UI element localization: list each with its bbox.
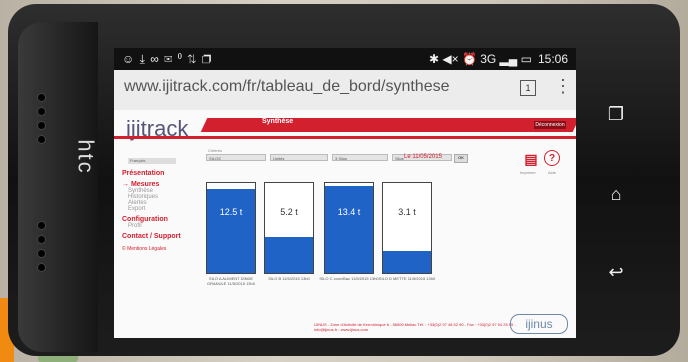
- browser-menu-icon[interactable]: ⋮: [554, 76, 572, 97]
- silo-fill-level: [325, 185, 373, 273]
- sidebar-item-contact[interactable]: Contact / Support: [122, 233, 202, 240]
- page-title: Synthèse: [262, 118, 294, 125]
- footer-address: IJINUS - Zone d'Activité de Kerrohinique…: [314, 322, 516, 332]
- phone-speaker-side: [18, 22, 98, 352]
- sidebar: Présentation → Mesures Synthèse Historiq…: [122, 166, 202, 252]
- speaker-hole: [38, 136, 45, 143]
- filter-select-count[interactable]: 3 Silos: [332, 154, 388, 161]
- back-icon[interactable]: ↩: [604, 260, 628, 284]
- silo-fill-level: [265, 237, 313, 273]
- silo-gauge[interactable]: 12.5 t: [206, 182, 256, 274]
- notification-icons: ☺ ⤓ ∞ ✉ ⁰ ⇅ ❐: [122, 51, 213, 66]
- silo-gauge[interactable]: 13.4 t: [324, 182, 374, 274]
- silo-gauge[interactable]: 3.1 t: [382, 182, 432, 274]
- silo-fill-level: [207, 189, 255, 273]
- header-divider: [114, 136, 576, 139]
- logout-button[interactable]: Déconnexion: [534, 121, 566, 129]
- header-band: [200, 118, 576, 132]
- help-caption: Aide: [548, 170, 557, 175]
- signal-icons: ✱ ◀× ⏰ 3G ▂▄ ▭: [428, 52, 532, 66]
- print-icon[interactable]: ▤: [522, 150, 540, 168]
- speaker-hole: [38, 236, 45, 243]
- phone-screen: ☺ ⤓ ∞ ✉ ⁰ ⇅ ❐ ✱ ◀× ⏰ 3G ▂▄ ▭ 15:06 www.i…: [114, 48, 576, 338]
- sidebar-item-configuration[interactable]: Configuration: [122, 216, 202, 223]
- web-page: ijitrack Synthèse Déconnexion Français P…: [114, 110, 576, 338]
- language-select[interactable]: Français: [128, 158, 176, 164]
- ok-button[interactable]: OK: [454, 154, 468, 163]
- filter-select-silos[interactable]: SILOS: [206, 154, 266, 161]
- clock: 15:06: [537, 52, 568, 66]
- help-icon[interactable]: ?: [544, 150, 560, 166]
- browser-toolbar: www.ijitrack.com/fr/tableau_de_bord/synt…: [114, 70, 576, 111]
- speaker-hole: [38, 94, 45, 101]
- speaker-hole: [38, 264, 45, 271]
- speaker-hole: [38, 108, 45, 115]
- filter-select-unit[interactable]: Unités: [270, 154, 328, 161]
- phone-body: htc ❐ ⌂ ↩ ☺ ⤓ ∞ ✉ ⁰ ⇅ ❐ ✱ ◀× ⏰ 3G ▂▄ ▭ 1…: [8, 4, 680, 356]
- home-icon[interactable]: ⌂: [604, 182, 628, 206]
- speaker-hole: [38, 250, 45, 257]
- silo-caption: SILO C conv/Baz 11/5/2015 13h0: [319, 276, 379, 281]
- system-icons: ✱ ◀× ⏰ 3G ▂▄ ▭ 15:06: [429, 52, 568, 66]
- silo-fill-level: [383, 251, 431, 273]
- silo-caption: SILO D METTE 11/5/2015 13h0: [378, 276, 436, 281]
- htc-logo: htc: [73, 139, 99, 175]
- date-field[interactable]: Le 11/05/2015: [404, 154, 442, 160]
- silo-value: 13.4 t: [337, 207, 361, 217]
- tab-switcher-button[interactable]: 1: [520, 80, 536, 96]
- recent-apps-icon[interactable]: ❐: [604, 102, 628, 126]
- sidebar-item-presentation[interactable]: Présentation: [122, 170, 202, 177]
- android-nav-bar: ❐ ⌂ ↩: [572, 46, 676, 336]
- print-caption: Imprimer: [520, 170, 536, 175]
- filter-label: Critères: [208, 148, 223, 153]
- silo-caption: SILO B 11/5/2015 13h0: [268, 276, 310, 281]
- speaker-hole: [38, 122, 45, 129]
- ijinus-logo: ijinus: [510, 314, 568, 334]
- url-field[interactable]: www.ijitrack.com/fr/tableau_de_bord/synt…: [124, 78, 450, 96]
- silo-caption: SILO A ALIMENT DINDE GRANULE 11/5/2015 1…: [207, 276, 255, 286]
- legal-link[interactable]: © Mentions Légales: [122, 246, 202, 252]
- sidebar-subitem-export[interactable]: Export: [128, 206, 202, 212]
- sidebar-subitem-profil[interactable]: Profil: [128, 223, 202, 229]
- silo-value: 12.5 t: [219, 207, 243, 217]
- silo-value: 5.2 t: [280, 207, 298, 217]
- silo-gauge[interactable]: 5.2 t: [264, 182, 314, 274]
- sidebar-item-mesures[interactable]: → Mesures: [122, 181, 202, 188]
- silo-value: 3.1 t: [398, 207, 416, 217]
- status-bar: ☺ ⤓ ∞ ✉ ⁰ ⇅ ❐ ✱ ◀× ⏰ 3G ▂▄ ▭ 15:06: [114, 48, 576, 70]
- speaker-hole: [38, 222, 45, 229]
